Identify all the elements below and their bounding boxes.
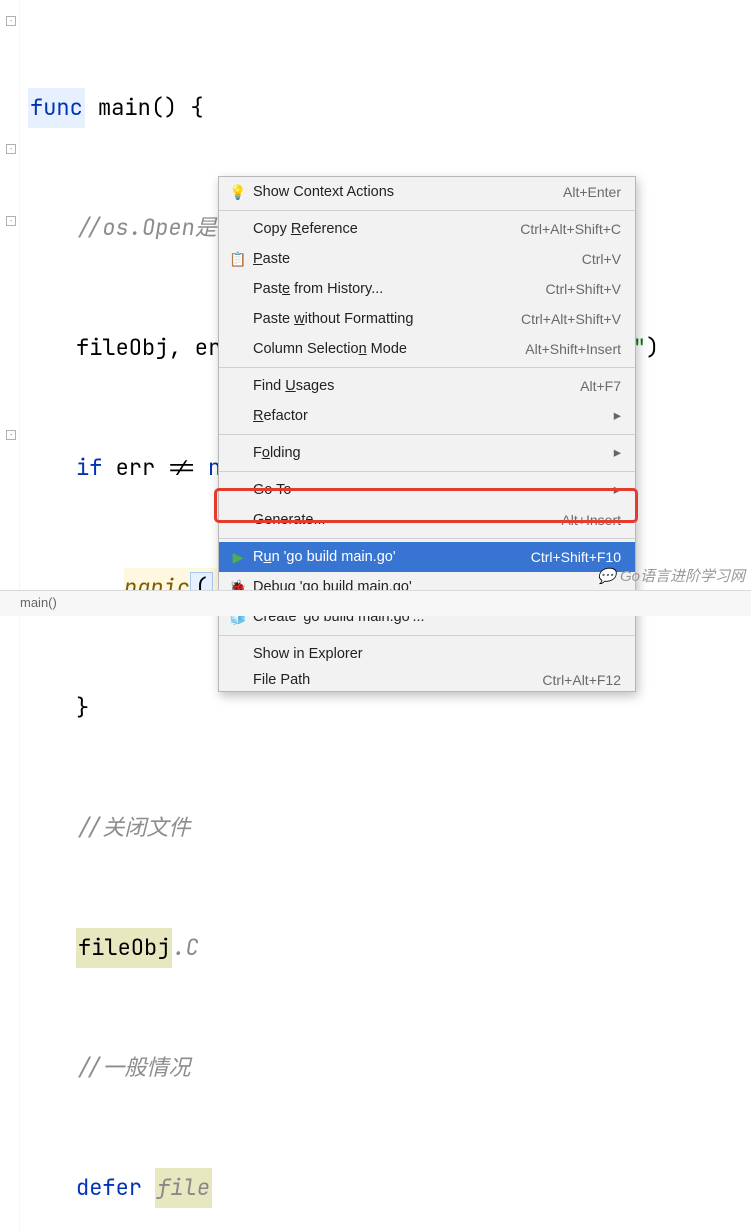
- menu-paste[interactable]: 📋 Paste Ctrl+V: [219, 244, 635, 274]
- menu-copy-reference[interactable]: Copy Reference Ctrl+Alt+Shift+C: [219, 214, 635, 244]
- run-icon: ▶: [227, 549, 249, 566]
- chevron-right-icon: ▸: [614, 445, 621, 461]
- menu-separator: [219, 210, 635, 211]
- code-line: //一般情况: [28, 1048, 751, 1088]
- chevron-right-icon: ▸: [614, 482, 621, 498]
- chevron-right-icon: ▸: [614, 408, 621, 424]
- fold-marker-icon[interactable]: -: [6, 16, 16, 26]
- menu-folding[interactable]: Folding ▸: [219, 438, 635, 468]
- menu-refactor[interactable]: Refactor ▸: [219, 401, 635, 431]
- menu-generate[interactable]: Generate... Alt+Insert: [219, 505, 635, 535]
- menu-show-context-actions[interactable]: 💡 Show Context Actions Alt+Enter: [219, 177, 635, 207]
- code-line: func main() {: [28, 88, 751, 128]
- bulb-icon: 💡: [227, 184, 249, 201]
- breadcrumb-item[interactable]: main(): [20, 595, 57, 610]
- menu-separator: [219, 635, 635, 636]
- code-line: }: [28, 688, 751, 728]
- menu-paste-without-formatting[interactable]: Paste without Formatting Ctrl+Alt+Shift+…: [219, 304, 635, 334]
- menu-separator: [219, 471, 635, 472]
- menu-goto[interactable]: Go To ▸: [219, 475, 635, 505]
- menu-column-selection[interactable]: Column Selection Mode Alt+Shift+Insert: [219, 334, 635, 364]
- fold-marker-icon[interactable]: -: [6, 216, 16, 226]
- watermark: 💬 Go语言进阶学习网: [597, 565, 745, 586]
- menu-separator: [219, 367, 635, 368]
- gutter: - - - -: [0, 0, 20, 1232]
- code-line: fileObj.C: [28, 928, 751, 968]
- menu-show-explorer[interactable]: Show in Explorer: [219, 639, 635, 669]
- fold-marker-icon[interactable]: -: [6, 430, 16, 440]
- wechat-icon: 💬: [597, 567, 616, 585]
- code-line: //关闭文件: [28, 808, 751, 848]
- menu-separator: [219, 538, 635, 539]
- menu-file-path[interactable]: File Path Ctrl+Alt+F12: [219, 669, 635, 691]
- code-line: defer file: [28, 1168, 751, 1208]
- menu-run[interactable]: ▶ Run 'go build main.go' Ctrl+Shift+F10: [219, 542, 635, 572]
- breadcrumb[interactable]: main(): [0, 590, 751, 616]
- menu-paste-history[interactable]: Paste from History... Ctrl+Shift+V: [219, 274, 635, 304]
- clipboard-icon: 📋: [227, 251, 249, 268]
- menu-find-usages[interactable]: Find Usages Alt+F7: [219, 371, 635, 401]
- fold-marker-icon[interactable]: -: [6, 144, 16, 154]
- menu-separator: [219, 434, 635, 435]
